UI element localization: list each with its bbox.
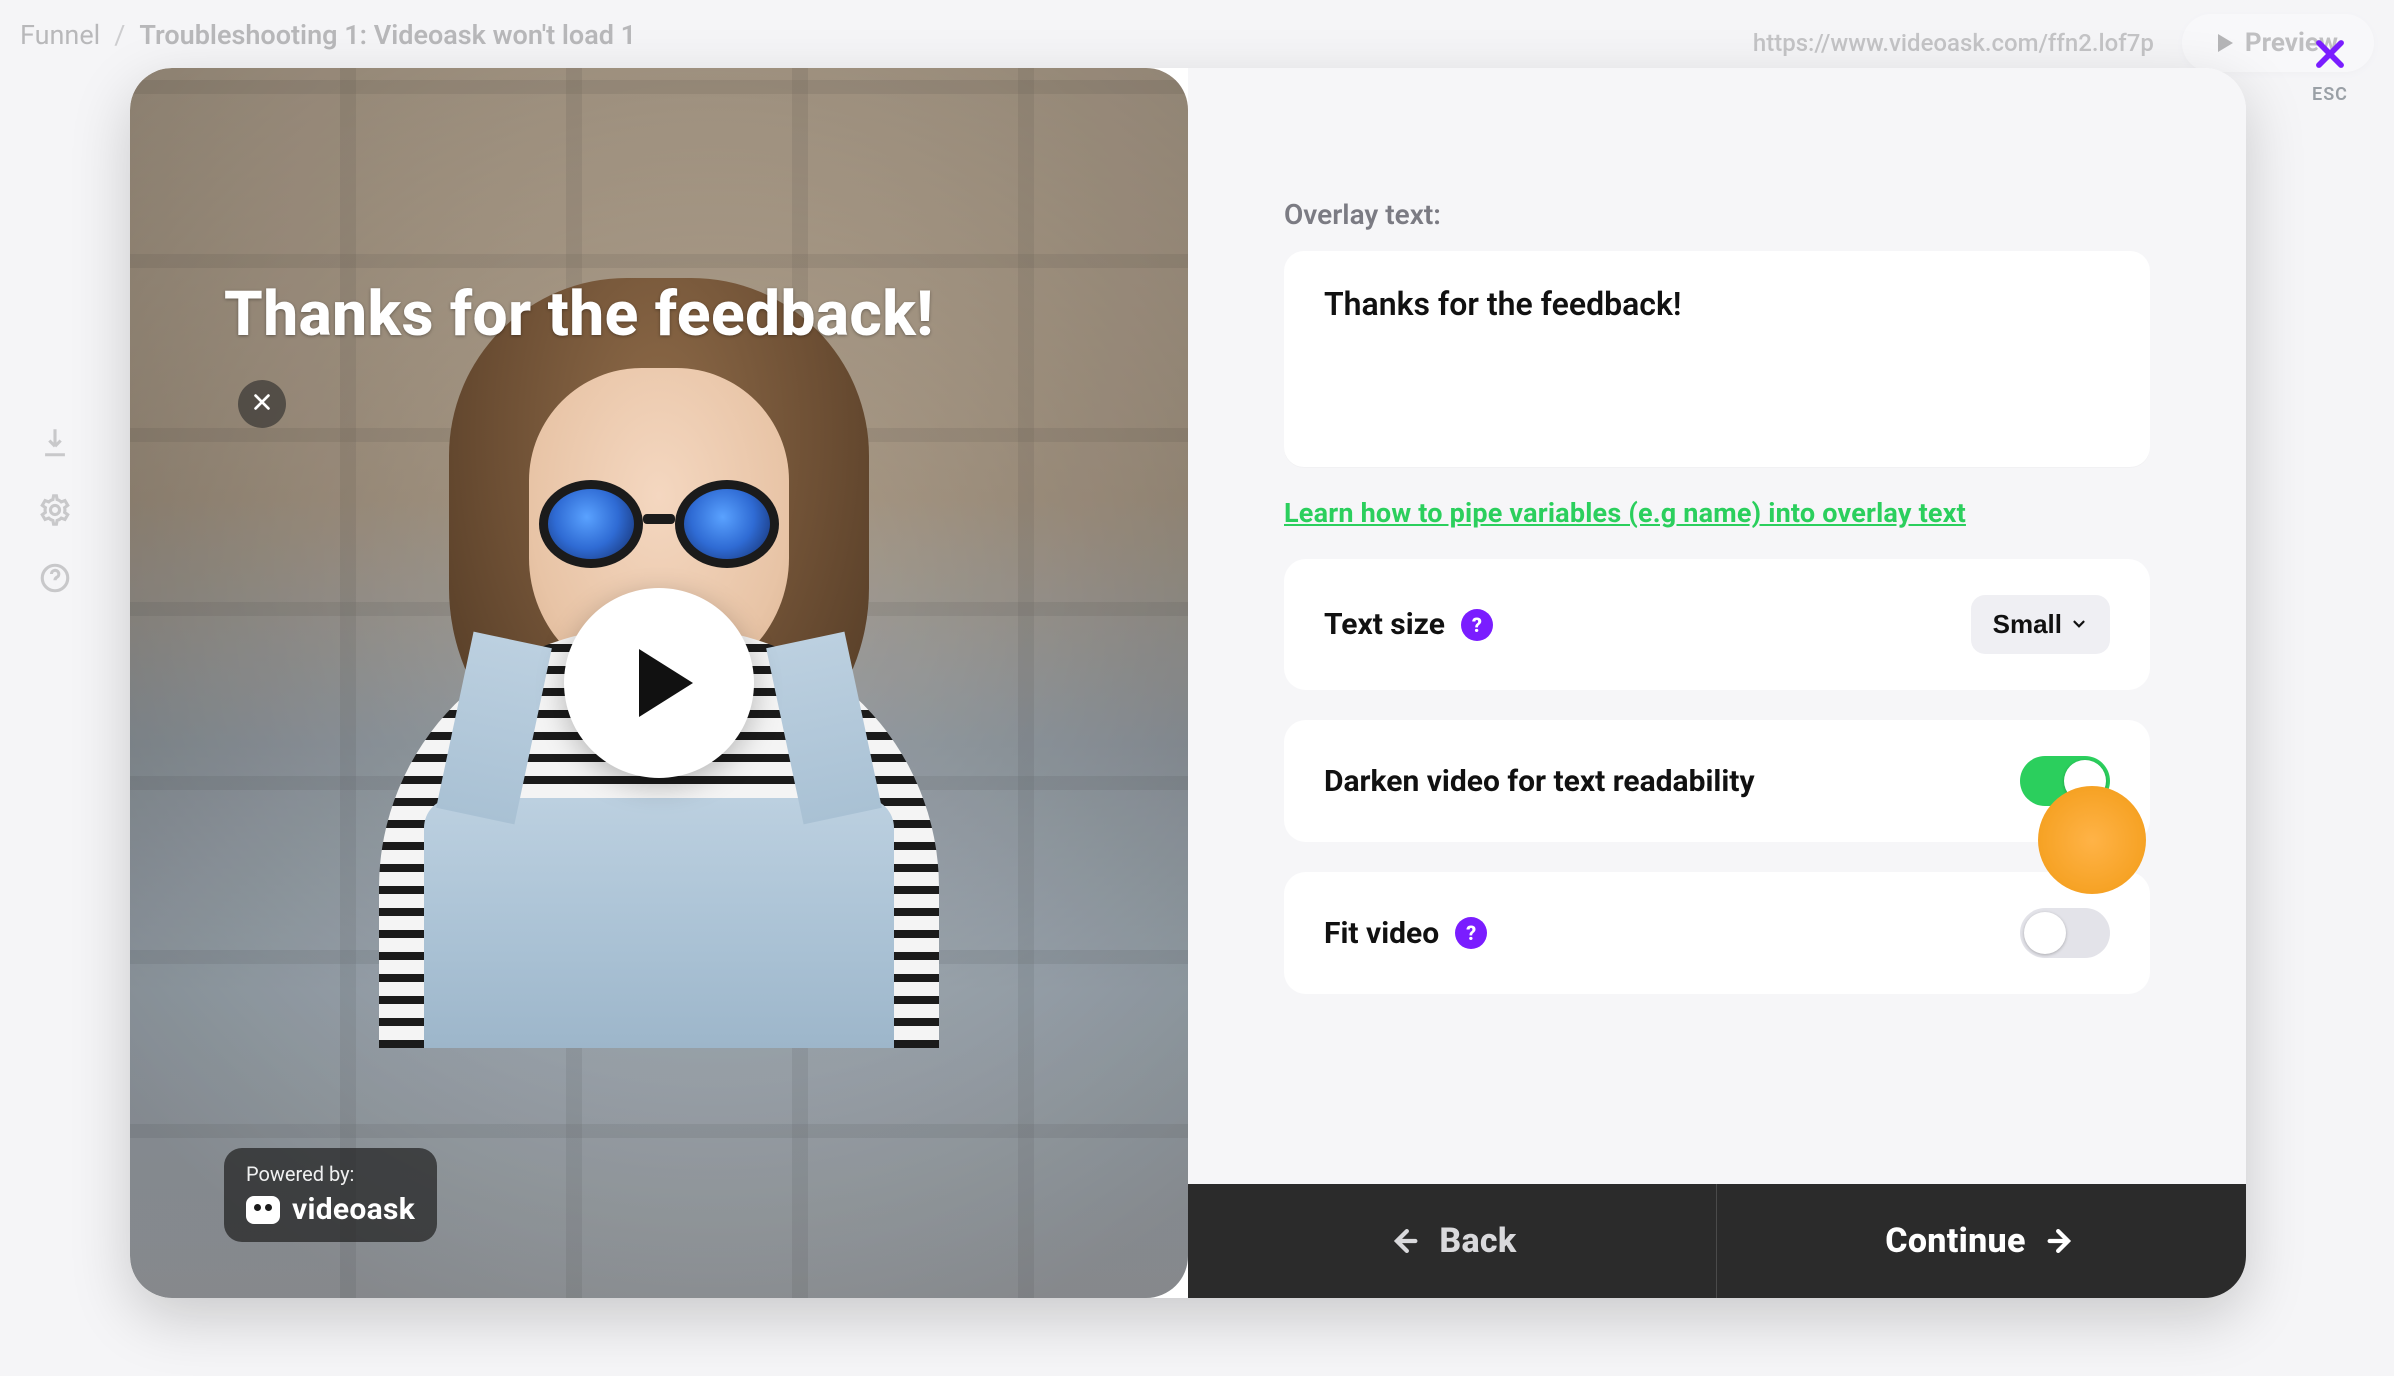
settings-panel: Overlay text: Learn how to pipe variable… — [1188, 68, 2246, 1298]
overlay-settings-modal: Thanks for the feedback! Powered by: vid… — [130, 68, 2246, 1298]
darken-video-row: Darken video for text readability — [1284, 720, 2150, 842]
fit-video-help-icon[interactable]: ? — [1455, 917, 1487, 949]
arrow-left-icon — [1387, 1224, 1421, 1258]
text-size-label: Text size — [1324, 607, 1445, 642]
text-size-value: Small — [1993, 609, 2062, 640]
close-icon — [251, 391, 273, 417]
help-icon[interactable] — [33, 556, 77, 600]
videoask-logo-icon — [246, 1196, 280, 1224]
clear-overlay-button[interactable] — [238, 380, 286, 428]
overlay-text-preview: Thanks for the feedback! — [224, 278, 1108, 351]
fit-video-row: Fit video ? — [1284, 872, 2150, 994]
powered-by-badge[interactable]: Powered by: videoask — [224, 1148, 437, 1242]
page-title: Troubleshooting 1: Videoask won't load 1 — [139, 19, 636, 51]
modal-footer: Back Continue — [1188, 1184, 2246, 1298]
video-preview: Thanks for the feedback! Powered by: vid… — [130, 68, 1188, 1298]
download-icon[interactable] — [33, 420, 77, 464]
text-size-row: Text size ? Small — [1284, 559, 2150, 690]
page-header-right: https://www.videoask.com/ffn2.lof7p Prev… — [1753, 14, 2374, 72]
darken-video-toggle[interactable] — [2020, 756, 2110, 806]
brand-name: videoask — [292, 1192, 415, 1228]
close-button[interactable] — [2308, 34, 2352, 78]
gear-icon[interactable] — [33, 488, 77, 532]
close-area: ESC — [2308, 34, 2352, 105]
play-button[interactable] — [564, 588, 754, 778]
continue-button[interactable]: Continue — [1717, 1184, 2246, 1298]
overlay-text-label: Overlay text: — [1284, 198, 2150, 231]
text-size-select[interactable]: Small — [1971, 595, 2110, 654]
close-icon — [2311, 35, 2349, 77]
learn-variables-link[interactable]: Learn how to pipe variables (e.g name) i… — [1284, 497, 1966, 529]
left-rail — [0, 120, 110, 1376]
overlay-text-input[interactable] — [1284, 251, 2150, 467]
darken-video-label: Darken video for text readability — [1324, 764, 1755, 799]
play-icon — [639, 649, 693, 717]
arrow-right-icon — [2044, 1224, 2078, 1258]
fit-video-label: Fit video — [1324, 916, 1439, 951]
fit-video-toggle[interactable] — [2020, 908, 2110, 958]
share-url[interactable]: https://www.videoask.com/ffn2.lof7p — [1753, 29, 2154, 57]
powered-by-label: Powered by: — [246, 1162, 415, 1186]
text-size-help-icon[interactable]: ? — [1461, 609, 1493, 641]
breadcrumb-separator: / — [114, 19, 125, 51]
breadcrumb-root[interactable]: Funnel — [20, 19, 100, 51]
continue-label: Continue — [1885, 1221, 2025, 1261]
back-button[interactable]: Back — [1188, 1184, 1717, 1298]
esc-label: ESC — [2312, 84, 2348, 105]
play-icon — [2218, 34, 2233, 52]
back-label: Back — [1439, 1221, 1516, 1261]
chevron-down-icon — [2070, 609, 2088, 640]
